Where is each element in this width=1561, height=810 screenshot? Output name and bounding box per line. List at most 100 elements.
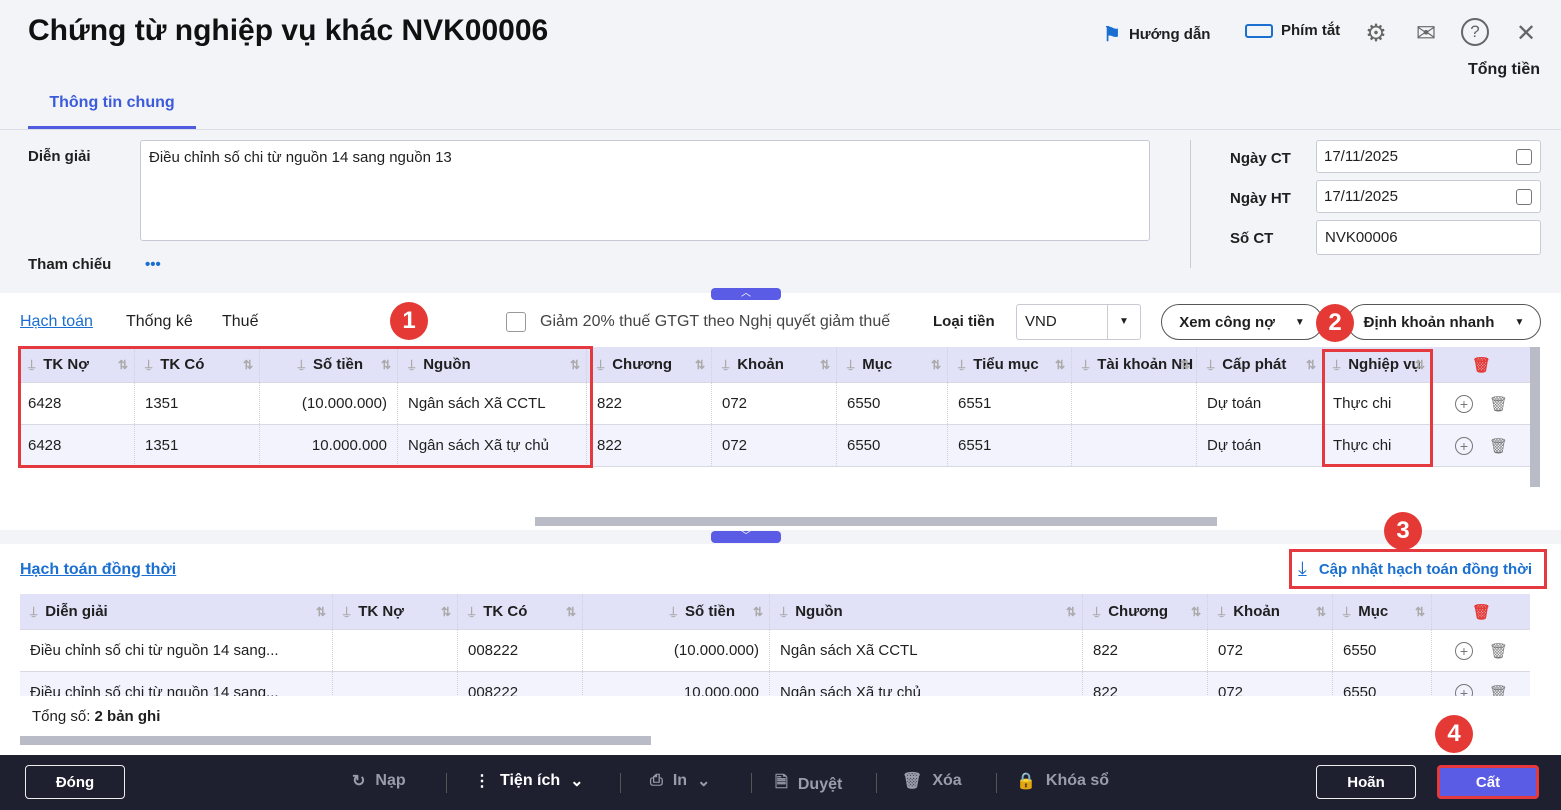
help-icon[interactable]: ? (1461, 18, 1489, 46)
table-cell[interactable]: Điều chỉnh số chi từ nguồn 14 sang... (20, 672, 333, 696)
utilities-button[interactable]: ⋮ Tiện ích ⌄ (474, 771, 584, 791)
column-header[interactable]: ⍊ Tiểu mục ⇅ (948, 347, 1072, 382)
sort-icon[interactable]: ⇅ (316, 605, 326, 619)
table-cell[interactable]: 072 (712, 425, 837, 466)
sort-icon[interactable]: ⇅ (1316, 605, 1326, 619)
table-cell[interactable]: 008222 (458, 672, 583, 696)
table-cell[interactable] (1072, 383, 1197, 424)
gear-icon[interactable]: ⚙ (1361, 18, 1391, 48)
pin-icon[interactable]: ⍊ (780, 604, 787, 619)
tab-tax[interactable]: Thuế (222, 313, 258, 331)
table-cell[interactable]: 6551 (948, 425, 1072, 466)
pin-icon[interactable]: ⍊ (1082, 357, 1089, 372)
view-debt-button[interactable]: Xem công nợ ▼ (1161, 304, 1323, 340)
add-row-icon[interactable]: + (1454, 641, 1473, 660)
table-cell[interactable]: 008222 (458, 630, 583, 671)
column-header[interactable]: ⍊ Nguồn ⇅ (770, 594, 1083, 629)
table-cell[interactable] (333, 630, 458, 671)
pin-icon[interactable]: ⍊ (1218, 604, 1225, 619)
sort-icon[interactable]: ⇅ (1306, 358, 1316, 372)
table-cell[interactable]: 822 (587, 383, 712, 424)
horizontal-scrollbar[interactable] (20, 736, 651, 745)
tab-accounting[interactable]: Hạch toán (20, 313, 93, 331)
sort-icon[interactable]: ⇅ (1066, 605, 1076, 619)
table-cell[interactable]: Dự toán (1197, 425, 1323, 466)
pin-icon[interactable]: ⍊ (722, 357, 729, 372)
lock-book-button[interactable]: 🔒 Khóa sổ (1016, 771, 1109, 791)
column-header[interactable]: ⍊ Diễn giải ⇅ (20, 594, 333, 629)
sort-icon[interactable]: ⇅ (1055, 358, 1065, 372)
column-header[interactable]: ⍊ Mục ⇅ (1333, 594, 1432, 629)
column-header[interactable]: ⍊ Số tiền ⇅ (583, 594, 770, 629)
table-cell[interactable]: 10.000.000 (583, 672, 770, 696)
column-header[interactable]: ⍊ Chương ⇅ (587, 347, 712, 382)
table-cell[interactable]: Ngân sách Xã CCTL (770, 630, 1083, 671)
sort-icon[interactable]: ⇅ (441, 605, 451, 619)
sort-icon[interactable]: ⇅ (566, 605, 576, 619)
column-header[interactable]: ⍊ TK Nợ ⇅ (333, 594, 458, 629)
table-cell[interactable]: Điều chỉnh số chi từ nguồn 14 sang... (20, 630, 333, 671)
collapse-up-toggle[interactable]: ︿ (711, 288, 781, 300)
table-cell[interactable]: 822 (1083, 630, 1208, 671)
pin-icon[interactable]: ⍊ (1207, 357, 1214, 372)
sort-icon[interactable]: ⇅ (753, 605, 763, 619)
concurrent-title[interactable]: Hạch toán đồng thời (20, 561, 176, 579)
save-button[interactable]: Cất (1437, 765, 1539, 799)
approve-button[interactable]: 🗎 Duyệt (775, 771, 842, 798)
table-cell[interactable]: 072 (712, 383, 837, 424)
column-header[interactable]: ⍊ Tài khoản NH ⇅ (1072, 347, 1197, 382)
tab-statistics[interactable]: Thống kê (126, 313, 193, 331)
calendar-icon[interactable] (1516, 149, 1532, 165)
shortcuts-button[interactable]: Phím tắt (1245, 22, 1340, 39)
currency-select[interactable]: VND ▼ (1016, 304, 1141, 340)
pin-icon[interactable]: ⍊ (847, 357, 854, 372)
print-button[interactable]: ⎙ In ⌄ (650, 771, 710, 791)
collapse-down-toggle[interactable]: ﹀ (711, 531, 781, 543)
sort-icon[interactable]: ⇅ (695, 358, 705, 372)
pin-icon[interactable]: ⍊ (597, 357, 604, 372)
guide-button[interactable]: ⚑ Hướng dẫn (1103, 22, 1210, 47)
pin-icon[interactable]: ⍊ (468, 604, 475, 619)
close-icon[interactable]: ✕ (1511, 18, 1541, 48)
add-row-icon[interactable]: + (1454, 683, 1473, 696)
column-header[interactable]: ⍊ Chương ⇅ (1083, 594, 1208, 629)
update-concurrent-button[interactable]: ⤓ Cập nhật hạch toán đồng thời (1289, 549, 1547, 589)
table-cell[interactable]: 822 (1083, 672, 1208, 696)
add-row-icon[interactable]: + (1454, 436, 1473, 455)
add-row-icon[interactable]: + (1454, 394, 1473, 413)
table-cell[interactable]: 072 (1208, 630, 1333, 671)
sort-icon[interactable]: ⇅ (1191, 605, 1201, 619)
column-header[interactable]: ⍊ Mục ⇅ (837, 347, 948, 382)
delete-button[interactable]: 🗑 Xóa (902, 771, 962, 791)
table-cell[interactable]: 6551 (948, 383, 1072, 424)
table-cell[interactable]: Dự toán (1197, 383, 1323, 424)
sort-icon[interactable]: ⇅ (1180, 358, 1190, 372)
trash-icon[interactable]: 🗑 (1489, 395, 1508, 413)
quick-entry-button[interactable]: Định khoản nhanh ▼ (1347, 304, 1541, 340)
vat-checkbox[interactable] (506, 312, 526, 332)
table-cell[interactable]: (10.000.000) (583, 630, 770, 671)
delete-all-icon[interactable]: 🗑 (1432, 594, 1530, 629)
table-cell[interactable]: 6550 (837, 383, 948, 424)
table-cell[interactable] (333, 672, 458, 696)
sort-icon[interactable]: ⇅ (820, 358, 830, 372)
delete-all-icon[interactable]: 🗑 (1432, 347, 1530, 382)
tab-general-info[interactable]: Thông tin chung (28, 84, 196, 129)
trash-icon[interactable]: 🗑 (1489, 684, 1508, 697)
description-input[interactable]: Điều chỉnh số chi từ nguồn 14 sang nguồn… (140, 140, 1150, 241)
table-cell[interactable] (1072, 425, 1197, 466)
pin-icon[interactable]: ⍊ (1343, 604, 1350, 619)
table-cell[interactable]: 6550 (1333, 672, 1432, 696)
pin-icon[interactable]: ⍊ (958, 357, 965, 372)
pin-icon[interactable]: ⍊ (30, 604, 37, 619)
sort-icon[interactable]: ⇅ (1415, 605, 1425, 619)
table-cell[interactable]: Ngân sách Xã tự chủ (770, 672, 1083, 696)
table-cell[interactable]: 6550 (1333, 630, 1432, 671)
trash-icon[interactable]: 🗑 (1489, 437, 1508, 455)
table-cell[interactable]: 072 (1208, 672, 1333, 696)
pin-icon[interactable]: ⍊ (670, 604, 677, 619)
pin-icon[interactable]: ⍊ (1093, 604, 1100, 619)
reference-more-button[interactable]: ••• (145, 256, 161, 273)
column-header[interactable]: ⍊ TK Có ⇅ (458, 594, 583, 629)
cancel-button[interactable]: Hoãn (1316, 765, 1416, 799)
